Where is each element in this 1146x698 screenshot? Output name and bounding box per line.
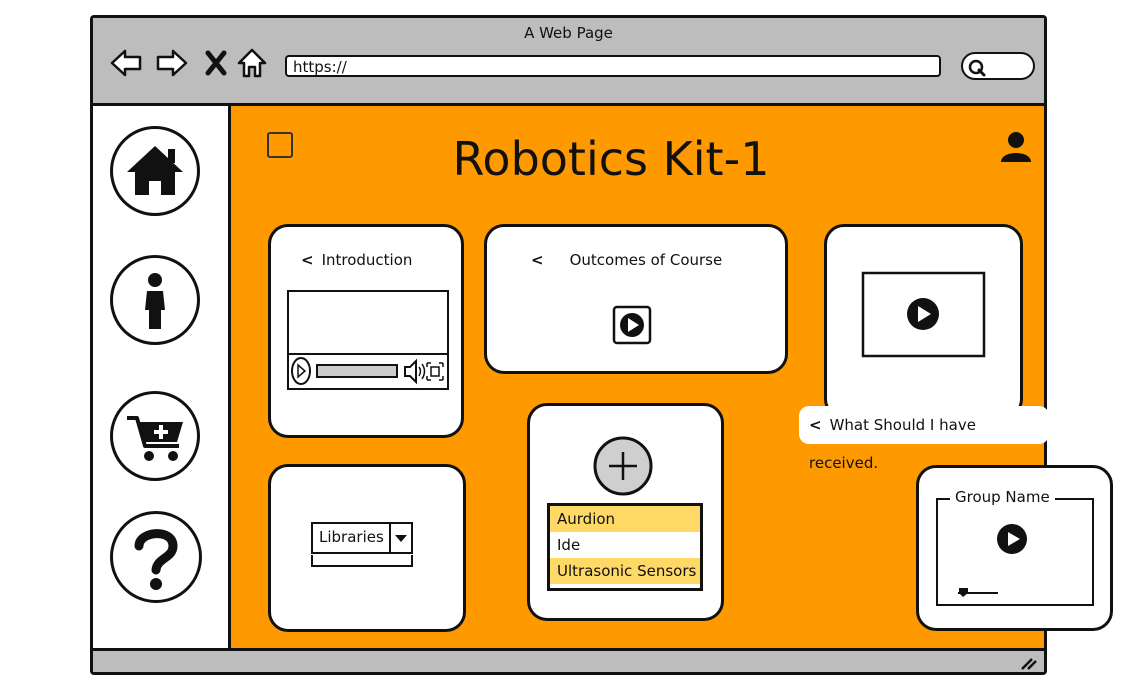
introduction-card-title[interactable]: < Introduction [301, 251, 412, 269]
sidebar-profile-button[interactable] [110, 255, 200, 345]
back-arrow-icon[interactable] [109, 46, 143, 80]
topics-list: Aurdion Ide Ultrasonic Sensors [547, 503, 703, 591]
video-controls-graphic [291, 357, 444, 385]
topics-card: Aurdion Ide Ultrasonic Sensors [527, 403, 724, 621]
cart-add-icon [127, 416, 183, 461]
sidebar [93, 106, 231, 648]
received-tooltip[interactable]: < What Should I have received. [799, 406, 1049, 472]
introduction-card[interactable]: < Introduction [268, 224, 464, 438]
dropdown-button[interactable] [389, 524, 411, 552]
libraries-dropdown-value: Libraries [319, 528, 384, 546]
browser-search-box[interactable] [961, 52, 1035, 80]
status-bar [93, 648, 1044, 672]
list-item[interactable]: Ide [550, 532, 700, 558]
group-card: Group Name [916, 465, 1113, 631]
chevron-left-icon: < [301, 251, 314, 269]
play-icon[interactable] [995, 522, 1029, 556]
home-icon [127, 146, 183, 195]
libraries-card: Libraries [268, 464, 466, 632]
play-button-icon[interactable] [612, 305, 652, 345]
group-box: Group Name [936, 488, 1094, 606]
url-input[interactable]: https:// [285, 55, 941, 77]
chevron-left-icon: < [531, 251, 544, 269]
browser-window: A Web Page https:// Robotics Kit-1 < Int… [90, 15, 1113, 675]
libraries-dropdown[interactable]: Libraries [311, 522, 413, 554]
close-icon[interactable] [199, 46, 233, 80]
progress-slider[interactable] [954, 586, 1004, 600]
user-account-icon[interactable] [999, 130, 1033, 164]
chevron-left-icon: < [809, 416, 822, 434]
browser-chrome: A Web Page https:// [93, 18, 1044, 106]
video-player[interactable] [287, 290, 449, 390]
home-nav-icon[interactable] [235, 46, 269, 80]
video-controls [289, 353, 447, 388]
person-icon [145, 273, 165, 329]
page-title: Robotics Kit-1 [452, 132, 770, 186]
list-item[interactable]: Aurdion [550, 506, 700, 532]
sidebar-help-button[interactable] [110, 511, 202, 603]
search-icon [968, 59, 986, 77]
forward-arrow-icon[interactable] [155, 46, 189, 80]
outcomes-card[interactable]: < Outcomes of Course [484, 224, 788, 374]
resize-grip-icon[interactable] [1018, 653, 1038, 671]
sidebar-home-button[interactable] [110, 126, 200, 216]
add-circle-icon[interactable] [592, 435, 654, 497]
group-label: Group Name [950, 488, 1055, 506]
video-card[interactable] [824, 224, 1023, 419]
list-item[interactable]: Ultrasonic Sensors [550, 558, 700, 584]
outcomes-card-title[interactable]: < Outcomes of Course [531, 251, 722, 269]
help-icon [134, 529, 178, 590]
window-title: A Web Page [524, 24, 613, 42]
dropdown-shadow [311, 555, 413, 567]
chevron-down-icon [395, 535, 407, 542]
main-content: Robotics Kit-1 < Introduction < Outcomes… [231, 106, 1113, 648]
sidebar-cart-button[interactable] [110, 391, 200, 481]
video-thumbnail[interactable] [861, 271, 987, 359]
